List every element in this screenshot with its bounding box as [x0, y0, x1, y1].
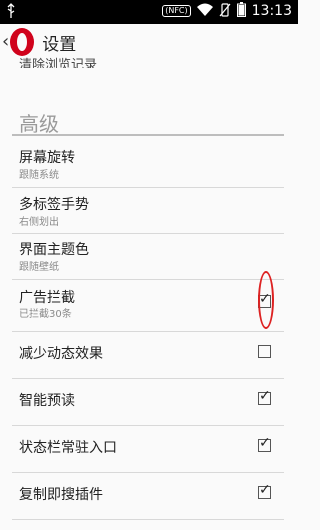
setting-title: 屏幕旋转: [19, 150, 75, 166]
vibrate-icon: [219, 2, 231, 20]
setting-title: 减少动态效果: [19, 346, 103, 362]
copy-search-checkbox[interactable]: [258, 482, 271, 499]
row-divider: [12, 519, 284, 520]
battery-icon: [236, 2, 246, 20]
setting-status-bar-entry[interactable]: 状态栏常驻入口: [0, 426, 298, 472]
setting-subtitle: 已拦截30条: [19, 309, 72, 320]
smart-preload-checkbox[interactable]: [258, 388, 271, 405]
setting-smart-preload[interactable]: 智能预读: [0, 379, 298, 425]
partial-item-label: 清除浏览记录: [19, 58, 98, 68]
setting-copy-search-plugin[interactable]: 复制即搜插件: [0, 473, 298, 519]
opera-logo-icon: [10, 28, 35, 56]
setting-title: 复制即搜插件: [19, 487, 103, 503]
setting-title: 状态栏常驻入口: [19, 440, 117, 456]
setting-subtitle: 跟随壁纸: [19, 262, 59, 273]
setting-tab-gesture[interactable]: 多标签手势 右侧划出: [0, 188, 298, 232]
partial-list-item[interactable]: 清除浏览记录: [19, 54, 97, 68]
setting-subtitle: 跟随系统: [19, 170, 59, 181]
status-bar: (NFC) 13:13: [0, 0, 298, 24]
section-header: 高级: [19, 112, 59, 136]
nfc-icon: (NFC): [162, 5, 191, 17]
setting-ad-block[interactable]: 广告拦截 已拦截30条: [0, 280, 298, 330]
setting-title: 广告拦截: [19, 290, 75, 306]
status-time: 13:13: [251, 3, 292, 19]
page-title: 设置: [42, 34, 77, 55]
setting-title: 智能预读: [19, 393, 75, 409]
status-bar-entry-checkbox[interactable]: [258, 435, 271, 452]
setting-subtitle: 右侧划出: [19, 217, 59, 228]
wifi-icon: [196, 3, 213, 20]
setting-reduce-motion[interactable]: 减少动态效果: [0, 332, 298, 378]
reduce-motion-checkbox[interactable]: [258, 345, 271, 358]
back-chevron-icon: ‹: [2, 31, 10, 52]
highlight-annotation: [258, 271, 274, 329]
section-divider: [12, 134, 284, 136]
usb-icon: [6, 3, 16, 23]
setting-theme-color[interactable]: 界面主题色 跟随壁纸: [0, 234, 298, 278]
setting-title: 界面主题色: [19, 242, 89, 258]
setting-title: 多标签手势: [19, 197, 89, 213]
setting-screen-rotation[interactable]: 屏幕旋转 跟随系统: [0, 142, 298, 186]
